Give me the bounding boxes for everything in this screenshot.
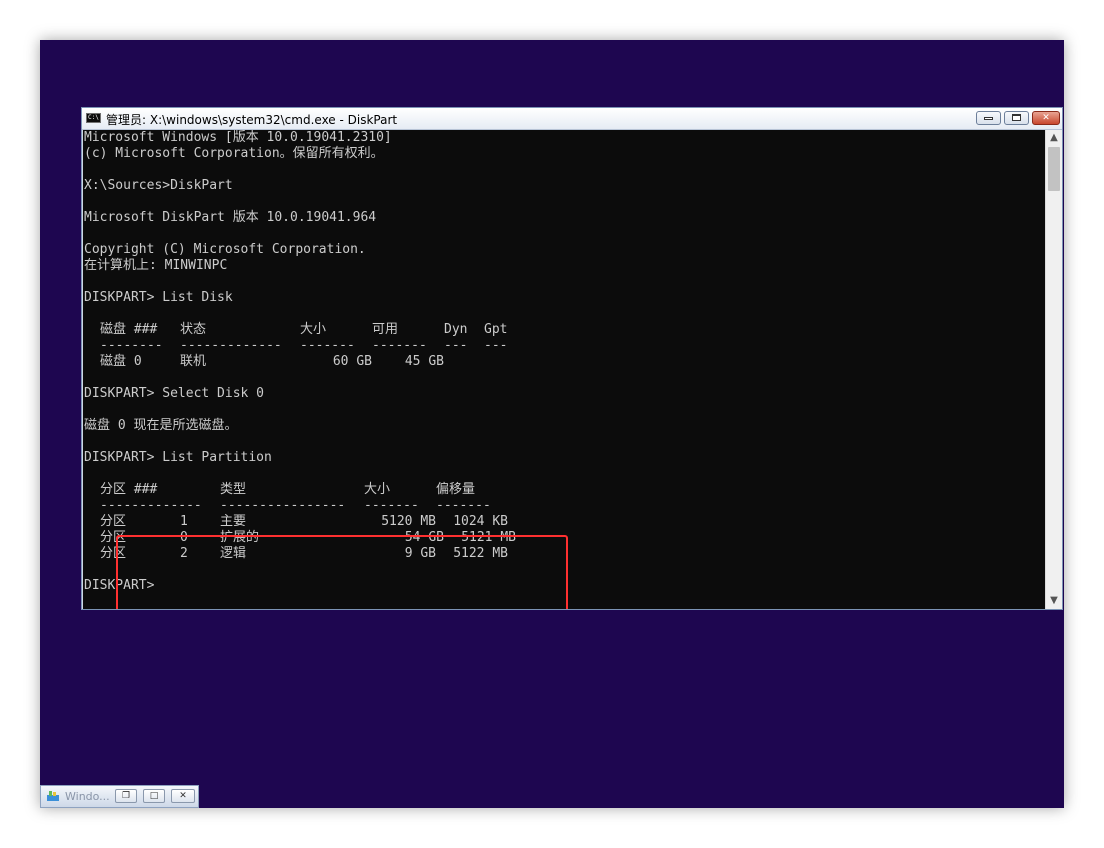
disk-separator: -------- xyxy=(100,338,163,353)
disk-separator: ------------- xyxy=(180,338,282,353)
disk-separator: --- xyxy=(444,338,468,353)
window-titlebar[interactable]: C:\ 管理员: X:\windows\system32\cmd.exe - D… xyxy=(82,108,1062,130)
console-line: DISKPART> List Disk xyxy=(84,290,233,305)
partition-row-type: 扩展的 xyxy=(220,530,260,545)
disk-separator: ------- xyxy=(300,338,355,353)
disk-header-dyn: Dyn xyxy=(444,322,468,337)
taskbar-restore-button[interactable]: ❐ xyxy=(115,789,137,803)
close-button[interactable]: ✕ xyxy=(1032,111,1060,125)
disk-separator: ------- xyxy=(372,338,427,353)
desktop-background: C:\ 管理员: X:\windows\system32\cmd.exe - D… xyxy=(40,40,1064,808)
disk-header-free: 可用 xyxy=(372,322,399,337)
partition-row-size: 54 GB xyxy=(404,530,444,545)
partition-row-offset: 5121 MB xyxy=(461,530,516,545)
partition-row-offset: 1024 KB xyxy=(453,514,508,529)
console-line: DISKPART> Select Disk 0 xyxy=(84,386,265,401)
disk-header-status: 状态 xyxy=(180,322,207,337)
scroll-thumb[interactable] xyxy=(1048,147,1060,191)
console-line: Copyright (C) Microsoft Corporation. xyxy=(84,242,366,257)
partition-row-label: 分区 xyxy=(100,530,127,545)
cmd-window[interactable]: C:\ 管理员: X:\windows\system32\cmd.exe - D… xyxy=(81,107,1063,610)
disk-header-size: 大小 xyxy=(300,322,327,337)
console-line: Microsoft Windows [版本 10.0.19041.2310] xyxy=(84,130,392,145)
partition-header-size: 大小 xyxy=(364,482,391,497)
console-line: 在计算机上: MINWINPC xyxy=(84,258,228,273)
taskbar-maximize-button[interactable]: □ xyxy=(143,789,165,803)
console-line: Microsoft DiskPart 版本 10.0.19041.964 xyxy=(84,210,377,225)
setup-icon xyxy=(47,791,59,801)
disk-row-free: 45 GB xyxy=(404,354,444,369)
window-title: 管理员: X:\windows\system32\cmd.exe - DiskP… xyxy=(106,113,398,127)
partition-header-type: 类型 xyxy=(220,482,247,497)
partition-row-number: 1 xyxy=(180,514,188,529)
console-line: X:\Sources>DiskPart xyxy=(84,178,233,193)
console-line: 磁盘 0 现在是所选磁盘。 xyxy=(84,418,238,433)
console-line: DISKPART> List Partition xyxy=(84,450,272,465)
partition-row-number: 2 xyxy=(180,546,188,561)
partition-row-label: 分区 xyxy=(100,546,127,561)
partition-row-type: 逻辑 xyxy=(220,546,247,561)
console-icon: C:\ xyxy=(86,113,101,123)
vertical-scrollbar[interactable]: ▲ ▼ xyxy=(1045,130,1062,609)
disk-row-status: 联机 xyxy=(180,354,207,369)
minimize-button[interactable] xyxy=(976,111,1001,125)
partition-header-number: 分区 ### xyxy=(100,482,158,497)
disk-row-size: 60 GB xyxy=(332,354,372,369)
maximize-button[interactable] xyxy=(1004,111,1029,125)
maximize-icon xyxy=(1012,114,1021,121)
minimize-icon xyxy=(984,117,993,120)
partition-row-offset: 5122 MB xyxy=(453,546,508,561)
disk-header-number: 磁盘 ### xyxy=(100,322,158,337)
console-line: DISKPART> xyxy=(84,578,155,593)
console-output[interactable]: Microsoft Windows [版本 10.0.19041.2310] (c… xyxy=(83,130,1045,609)
partition-row-number: 0 xyxy=(180,530,188,545)
partition-row-size: 5120 MB xyxy=(381,514,436,529)
disk-header-gpt: Gpt xyxy=(484,322,508,337)
console-line: (c) Microsoft Corporation。保留所有权利。 xyxy=(84,146,384,161)
disk-row-number: 磁盘 0 xyxy=(100,354,142,369)
minimized-setup-window[interactable]: Windo... ❐ □ ✕ xyxy=(40,785,199,808)
disk-separator: --- xyxy=(484,338,508,353)
partition-separator: ------------- xyxy=(100,498,202,513)
partition-row-label: 分区 xyxy=(100,514,127,529)
taskbar-item-label: Windo... xyxy=(65,790,110,803)
taskbar-close-button[interactable]: ✕ xyxy=(171,789,195,803)
scroll-up-arrow[interactable]: ▲ xyxy=(1046,130,1062,146)
scroll-down-arrow[interactable]: ▼ xyxy=(1046,593,1062,609)
partition-header-offset: 偏移量 xyxy=(436,482,476,497)
partition-separator: ---------------- xyxy=(220,498,346,513)
partition-separator: ------- xyxy=(436,498,491,513)
partition-separator: ------- xyxy=(364,498,419,513)
partition-row-size: 9 GB xyxy=(404,546,436,561)
partition-row-type: 主要 xyxy=(220,514,247,529)
